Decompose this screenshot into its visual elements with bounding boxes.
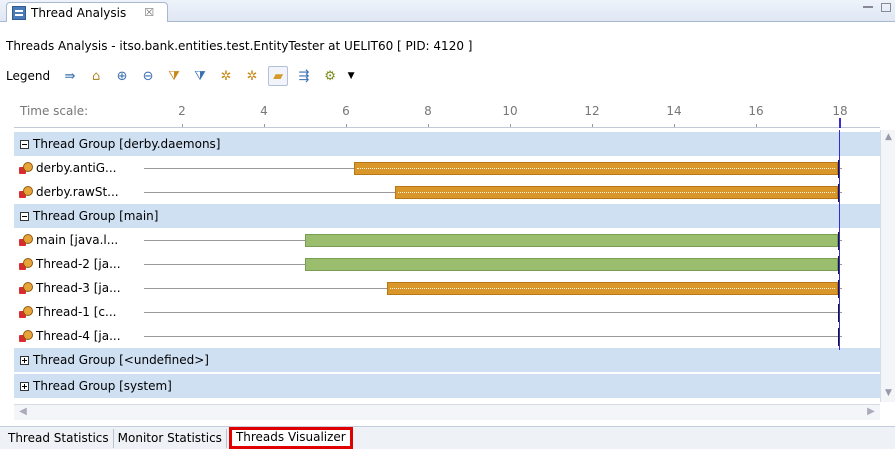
tick-mark — [674, 124, 675, 127]
scroll-down-icon[interactable]: ▼ — [883, 388, 894, 400]
current-time-marker — [839, 118, 841, 128]
thread-state-bar[interactable] — [305, 234, 838, 247]
scroll-right-icon[interactable]: ▶ — [864, 406, 878, 419]
tick-label: 16 — [748, 104, 764, 118]
view-tab-bar: Thread Analysis ☒ — [0, 0, 895, 22]
filter-icon[interactable]: ⧩ — [164, 66, 184, 86]
tick-mark — [756, 124, 757, 127]
thread-state-bar[interactable] — [305, 258, 838, 271]
tick-mark — [510, 124, 511, 127]
thread-row[interactable]: Thread-1 [c... — [14, 300, 880, 324]
thread-group-row[interactable]: Thread Group [<undefined>] — [14, 348, 880, 372]
tab-thread-analysis[interactable]: Thread Analysis ☒ — [6, 2, 168, 22]
time-scale-label: Time scale: — [20, 104, 89, 118]
thread-icon — [18, 161, 33, 175]
thread-label: Thread-1 [c... — [36, 305, 117, 319]
time-scale: Time scale: 2 4 6 8 10 12 14 16 18 — [14, 100, 880, 128]
tick-label: 10 — [502, 104, 518, 118]
tick-mark — [428, 124, 429, 127]
current-time-line — [839, 130, 840, 350]
group-threads-icon[interactable]: ⚙ — [320, 66, 340, 86]
group-label: Thread Group [derby.daemons] — [33, 137, 221, 151]
thread-label: Thread-3 [ja... — [36, 281, 121, 295]
tab-threads-visualizer[interactable]: Threads Visualizer — [228, 427, 353, 449]
timeline-line — [144, 336, 842, 337]
tick-label: 6 — [342, 104, 350, 118]
tick-label: 12 — [584, 104, 600, 118]
thread-row[interactable]: main [java.l... — [14, 228, 880, 252]
thread-label: Thread-4 [ja... — [36, 329, 121, 343]
home-icon[interactable]: ⌂ — [86, 66, 106, 86]
split-icon[interactable]: ⇶ — [294, 66, 314, 86]
tick-label: 18 — [832, 104, 848, 118]
filter-alt-icon[interactable]: ⧩ — [190, 66, 210, 86]
tab-monitor-statistics[interactable]: Monitor Statistics — [114, 428, 227, 448]
tick-mark — [264, 124, 265, 127]
zoom-out-icon[interactable]: ⊖ — [138, 66, 158, 86]
expand-all-icon[interactable]: ⇛ — [60, 66, 80, 86]
vertical-scrollbar[interactable]: ▲ ▼ — [880, 130, 895, 402]
thread-row[interactable]: Thread-4 [ja... — [14, 324, 880, 348]
window-controls — [863, 3, 891, 12]
expand-icon[interactable] — [20, 355, 29, 365]
minimize-icon[interactable] — [863, 6, 873, 9]
thread-row[interactable]: derby.antiG... — [14, 156, 880, 180]
tick-label: 4 — [260, 104, 268, 118]
collapse-icon[interactable] — [20, 139, 29, 149]
horizontal-scrollbar[interactable]: ◀ ▶ — [14, 404, 880, 420]
tick-mark — [346, 124, 347, 127]
collapse-icon[interactable] — [20, 211, 29, 221]
thread-state-bar[interactable] — [387, 282, 838, 295]
tick-label: 2 — [178, 104, 186, 118]
open-folder-icon[interactable]: ▰ — [268, 66, 289, 86]
dropdown-arrow-icon[interactable]: ▼ — [346, 66, 356, 86]
thread-view-icon[interactable]: ✲ — [216, 66, 236, 86]
thread-icon — [18, 281, 33, 295]
scroll-up-icon[interactable]: ▲ — [883, 132, 894, 144]
tick-mark — [592, 124, 593, 127]
thread-state-bar[interactable] — [395, 186, 838, 199]
thread-group-row[interactable]: Thread Group [main] — [14, 204, 880, 228]
group-label: Thread Group [system] — [33, 379, 172, 393]
timeline-line — [144, 312, 842, 313]
bottom-tab-bar: Thread Statistics Monitor Statistics Thr… — [0, 426, 895, 449]
thread-row[interactable]: Thread-3 [ja... — [14, 276, 880, 300]
thread-row[interactable]: derby.rawSt... — [14, 180, 880, 204]
scroll-left-icon[interactable]: ◀ — [16, 406, 30, 419]
group-label: Thread Group [<undefined>] — [33, 353, 209, 367]
thread-icon — [18, 329, 33, 343]
expand-icon[interactable] — [20, 381, 29, 391]
tab-thread-statistics[interactable]: Thread Statistics — [4, 428, 114, 448]
thread-label: derby.antiG... — [36, 161, 117, 175]
thread-icon — [18, 305, 33, 319]
tick-label: 14 — [666, 104, 682, 118]
thread-label: Thread-2 [ja... — [36, 257, 121, 271]
thread-icon — [18, 233, 33, 247]
toolbar: Legend ⇛ ⌂ ⊕ ⊖ ⧩ ⧩ ✲ ✲ ▰ ⇶ ⚙ ▼ — [0, 62, 895, 90]
tab-title: Thread Analysis — [31, 5, 127, 20]
thread-label: derby.rawSt... — [36, 185, 119, 199]
maximize-icon[interactable] — [881, 3, 891, 12]
thread-state-bar[interactable] — [354, 162, 838, 175]
tick-mark — [182, 124, 183, 127]
thread-group-row[interactable]: Thread Group [derby.daemons] — [14, 132, 880, 156]
legend-button[interactable]: Legend — [6, 69, 50, 83]
thread-label: main [java.l... — [36, 233, 119, 247]
thread-view-alt-icon[interactable]: ✲ — [242, 66, 262, 86]
close-icon[interactable]: ☒ — [144, 6, 154, 19]
thread-icon — [18, 185, 33, 199]
thread-icon — [18, 257, 33, 271]
analysis-title: Threads Analysis - itso.bank.entities.te… — [6, 39, 473, 53]
thread-row[interactable]: Thread-2 [ja... — [14, 252, 880, 276]
group-label: Thread Group [main] — [33, 209, 159, 223]
tick-label: 8 — [424, 104, 432, 118]
thread-group-row[interactable]: Thread Group [system] — [14, 374, 880, 398]
zoom-in-icon[interactable]: ⊕ — [112, 66, 132, 86]
thread-analysis-icon — [12, 5, 26, 20]
threads-visualizer-rows: Thread Group [derby.daemons] derby.antiG… — [14, 130, 880, 400]
